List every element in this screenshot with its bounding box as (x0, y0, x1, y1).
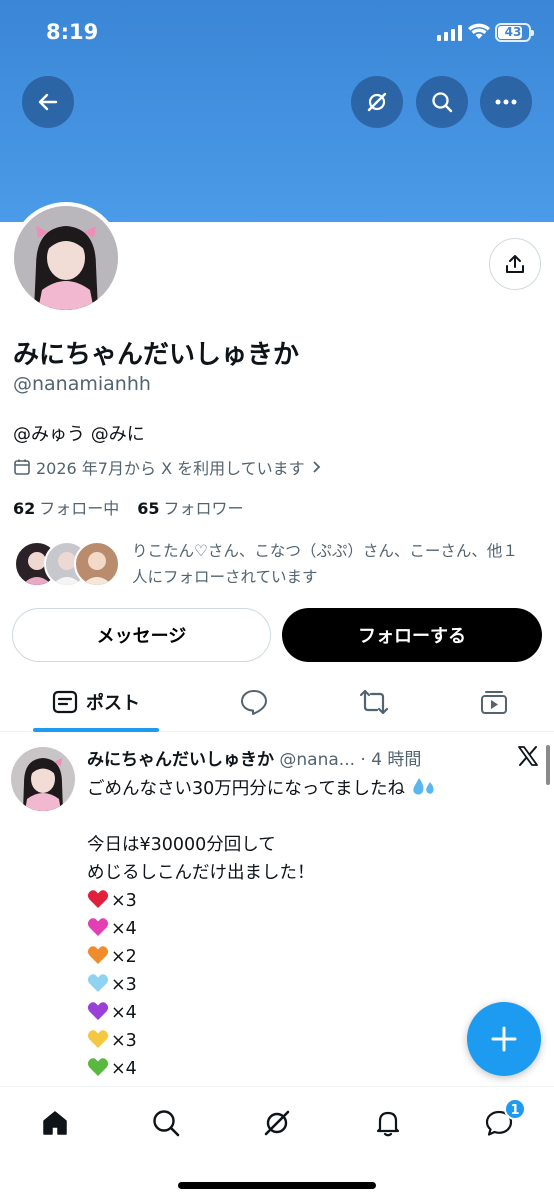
share-button[interactable] (489, 238, 541, 290)
heart-count: ×3 (111, 1031, 137, 1051)
scrollbar[interactable] (546, 745, 550, 785)
followers-link[interactable]: 65 フォロワー (137, 495, 243, 519)
followers-label: フォロワー (163, 499, 244, 518)
battery-icon: 43 (495, 23, 534, 42)
nav-search[interactable] (148, 1105, 184, 1141)
signal-icon (437, 25, 463, 41)
x-logo-icon (518, 746, 538, 766)
followers-count: 65 (137, 499, 160, 518)
chevron-right-icon (313, 461, 320, 473)
followers-you-know-avatars[interactable] (14, 541, 120, 589)
heart-count-line: ×3 (87, 1027, 437, 1055)
profile-bio: @みゅう @みに (13, 424, 145, 445)
yellow-heart-icon (87, 1030, 109, 1048)
tab-posts[interactable]: ポスト (33, 672, 159, 732)
battery-level: 43 (504, 25, 522, 39)
post-icon (52, 690, 78, 714)
nav-notifications[interactable] (370, 1105, 406, 1141)
bell-icon (376, 1111, 400, 1137)
profile-avatar[interactable] (10, 202, 122, 314)
heart-count-list: ×3×4×2×3×4×3×4×4 (87, 887, 437, 1093)
reply-icon (241, 690, 267, 715)
post-line: ごめんなさい30万円分になってましたね (87, 775, 437, 803)
profile-tabs: ポスト (0, 672, 554, 732)
pink-heart-icon (87, 918, 109, 936)
tab-media[interactable] (466, 672, 522, 732)
green-heart-icon (87, 1058, 109, 1076)
more-button[interactable] (480, 76, 532, 128)
plus-icon (491, 1026, 517, 1052)
back-button[interactable] (22, 76, 74, 128)
messages-badge: 1 (504, 1098, 526, 1120)
wifi-icon (468, 23, 490, 39)
status-time: 8:19 (46, 20, 99, 44)
follow-button[interactable]: フォローする (282, 608, 542, 662)
heart-count: ×3 (111, 891, 137, 911)
heart-count-line: ×4 (87, 1055, 437, 1083)
heart-count-line: ×4 (87, 915, 437, 943)
tab-reposts[interactable] (346, 672, 402, 732)
following-link[interactable]: 62 フォロー中 (13, 495, 119, 519)
search-button[interactable] (416, 76, 468, 128)
back-arrow-icon (38, 93, 58, 111)
profile-handle: @nanamianhh (13, 373, 151, 395)
heart-count: ×4 (111, 919, 137, 939)
post-header: みにちゃんだいしゅきか @nana... · 4 時間 (87, 745, 421, 770)
grok-button[interactable] (351, 76, 403, 128)
follow-stats: 62 フォロー中 65 フォロワー (13, 495, 244, 519)
post-line: 今日は¥30000分回して (87, 835, 276, 855)
post-text: ごめんなさい30万円分になってましたね 今日は¥30000分回して めじるしこん… (87, 775, 437, 1093)
heart-count-line: ×4 (87, 999, 437, 1027)
light-blue-heart-icon (87, 974, 109, 992)
heart-count-line: ×3 (87, 887, 437, 915)
more-icon (495, 99, 517, 105)
tab-posts-label: ポスト (86, 693, 140, 714)
avatar (74, 541, 120, 587)
joined-text: 2026 年7月から X を利用しています (36, 459, 305, 478)
nav-grok[interactable] (259, 1105, 295, 1141)
status-bar: 8:19 43 (0, 0, 554, 66)
media-icon (481, 691, 507, 714)
repost-icon (359, 689, 389, 715)
message-button[interactable]: メッセージ (12, 608, 271, 662)
heart-count: ×2 (111, 947, 137, 967)
post-line (87, 803, 437, 831)
post-avatar[interactable] (11, 747, 75, 811)
home-indicator[interactable] (178, 1182, 376, 1189)
post-author-name[interactable]: みにちゃんだいしゅきか (87, 750, 274, 770)
search-icon (432, 92, 453, 113)
calendar-icon (14, 459, 30, 475)
grok-icon (264, 1110, 290, 1136)
search-icon (153, 1110, 180, 1137)
joined-date[interactable]: 2026 年7月から X を利用しています (13, 455, 322, 479)
share-icon (506, 255, 524, 273)
active-tab-indicator (33, 728, 159, 732)
sweat-droplets-icon (412, 778, 434, 795)
following-count: 62 (13, 499, 36, 518)
tab-replies[interactable] (226, 672, 282, 732)
display-name: みにちゃんだいしゅきか (13, 340, 300, 370)
post-line: めじるしこんだけ出ました！ (87, 863, 315, 883)
heart-count: ×3 (111, 975, 137, 995)
grok-icon (367, 92, 387, 112)
post-line-text: ごめんなさい30万円分になってましたね (87, 779, 406, 799)
followed-by-text[interactable]: りこたん♡さん、こなつ（ぷぷ）さん、こーさん、他１人にフォローされています (132, 538, 532, 590)
heart-count-line: ×3 (87, 971, 437, 999)
home-icon (43, 1111, 67, 1135)
heart-count: ×4 (111, 1059, 137, 1079)
purple-heart-icon (87, 1002, 109, 1020)
heart-count-line: ×2 (87, 943, 437, 971)
red-heart-icon (87, 890, 109, 908)
following-label: フォロー中 (39, 499, 120, 518)
heart-count: ×4 (111, 1003, 137, 1023)
compose-button[interactable] (467, 1002, 541, 1076)
orange-heart-icon (87, 946, 109, 964)
post-handle-time: @nana... · 4 時間 (279, 750, 422, 770)
nav-home[interactable] (37, 1105, 73, 1141)
